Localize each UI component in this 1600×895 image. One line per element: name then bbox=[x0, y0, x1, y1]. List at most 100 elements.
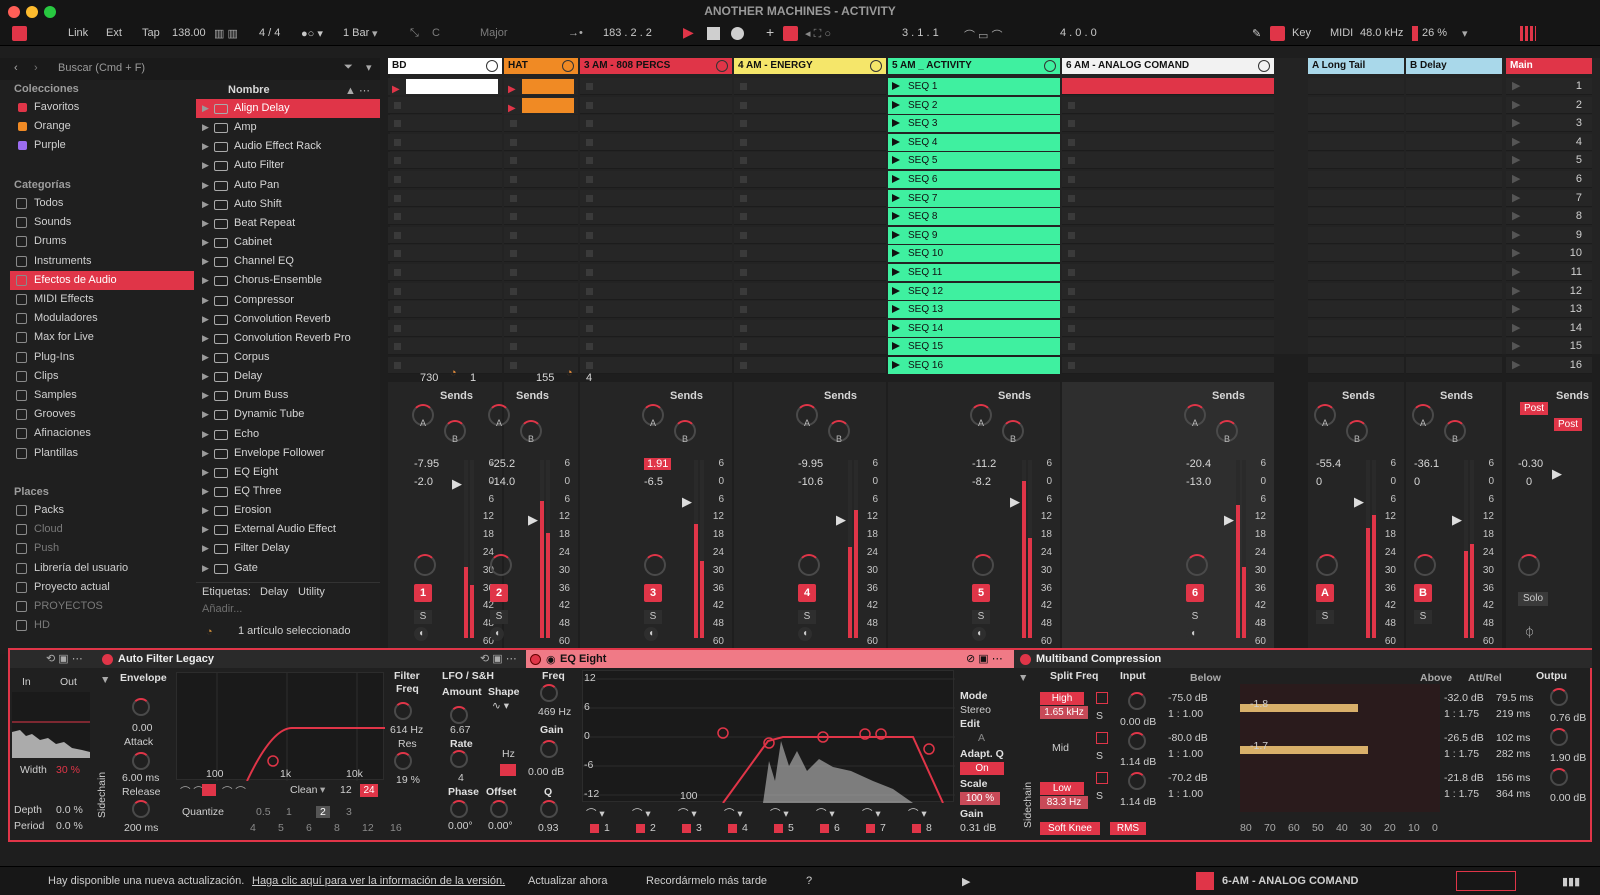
scene-launch-icon[interactable]: ▶ bbox=[1512, 338, 1520, 355]
clip-slot[interactable] bbox=[1406, 282, 1502, 300]
places-item[interactable]: Cloud bbox=[10, 520, 194, 539]
clip-slot[interactable] bbox=[1308, 245, 1404, 263]
stop-button-icon[interactable] bbox=[1068, 269, 1075, 276]
quantize-option[interactable]: 12 bbox=[362, 822, 374, 834]
overview-thumbnail[interactable] bbox=[1456, 871, 1516, 891]
band-solo-icon[interactable] bbox=[1096, 732, 1108, 744]
back-to-arrangement-icon[interactable]: ◂ ⛶ ○ bbox=[805, 27, 831, 41]
high-band-toggle[interactable]: High bbox=[1040, 692, 1084, 705]
play-clip-icon[interactable] bbox=[892, 305, 900, 314]
stop-button-icon[interactable] bbox=[740, 250, 747, 258]
pan-value[interactable]: -14.0 bbox=[490, 476, 515, 488]
eq-freq-knob[interactable] bbox=[540, 684, 558, 702]
stop-button-icon[interactable] bbox=[1068, 176, 1075, 183]
multiband-display[interactable] bbox=[1240, 684, 1440, 812]
volume-value[interactable]: -11.2 bbox=[972, 458, 996, 470]
quantize-option[interactable]: 2 bbox=[316, 806, 330, 818]
stop-button-icon[interactable] bbox=[510, 343, 517, 351]
input-gain-knob[interactable] bbox=[1128, 732, 1146, 750]
pan-value[interactable]: -2.0 bbox=[414, 476, 433, 488]
browser-item[interactable]: ▶ EQ Three bbox=[196, 482, 380, 501]
clip-slot[interactable] bbox=[1308, 282, 1404, 300]
clip-slot[interactable]: ▶ bbox=[504, 96, 578, 114]
clip-slot[interactable] bbox=[504, 282, 578, 300]
play-clip-icon[interactable] bbox=[892, 212, 900, 221]
category-item[interactable]: Afinaciones bbox=[10, 424, 194, 443]
browser-item[interactable]: ▶ Beat Repeat bbox=[196, 214, 380, 233]
stop-button-icon[interactable] bbox=[586, 306, 593, 314]
device-controls-icon[interactable]: ⟲ ▣ ⋯ bbox=[46, 652, 83, 665]
scene-3[interactable]: 3 ▶ bbox=[1508, 115, 1586, 132]
scene-launch-icon[interactable]: ▶ bbox=[1512, 152, 1520, 169]
chevron-down-icon[interactable]: ▼ bbox=[1018, 672, 1028, 684]
follow-icon[interactable]: ⤡ bbox=[410, 27, 419, 40]
stop-button-icon[interactable] bbox=[510, 324, 517, 332]
stop-button-icon[interactable] bbox=[510, 120, 517, 128]
arm-record-icon[interactable]: ◖ bbox=[1186, 627, 1200, 641]
stop-button-icon[interactable] bbox=[1068, 101, 1075, 109]
category-item[interactable]: Plantillas bbox=[10, 444, 194, 463]
scene-1[interactable]: 1 ▶ bbox=[1508, 78, 1586, 95]
clip-seq[interactable]: SEQ 7 bbox=[888, 189, 1060, 207]
clip-slot[interactable] bbox=[1406, 133, 1502, 151]
stop-button-icon[interactable] bbox=[586, 269, 593, 276]
clip-slot[interactable] bbox=[580, 245, 732, 263]
stop-button-icon[interactable] bbox=[740, 138, 747, 146]
solo-button[interactable]: S bbox=[1186, 610, 1204, 624]
clip-slot[interactable] bbox=[1062, 226, 1274, 244]
pan-value[interactable]: -10.6 bbox=[798, 476, 823, 488]
eq-output-gain-value[interactable]: 0.31 dB bbox=[960, 822, 996, 834]
quantize-option[interactable]: 6 bbox=[306, 822, 312, 834]
track-menu-icon[interactable] bbox=[1044, 60, 1056, 72]
volume-fader-icon[interactable]: ▶ bbox=[1010, 494, 1020, 510]
stop-button-icon[interactable] bbox=[1068, 194, 1075, 202]
stop-button-icon[interactable] bbox=[1068, 306, 1075, 314]
record-button[interactable] bbox=[731, 27, 744, 40]
browser-item[interactable]: ▶ EQ Eight bbox=[196, 463, 380, 482]
tempo-field[interactable]: 138.00 bbox=[172, 27, 206, 39]
scene-4[interactable]: 4 ▶ bbox=[1508, 134, 1586, 151]
clip-slot[interactable] bbox=[580, 301, 732, 319]
low-split-freq[interactable]: 83.3 Hz bbox=[1040, 796, 1088, 809]
clip-slot[interactable] bbox=[1406, 152, 1502, 170]
scene-launch-icon[interactable]: ▶ bbox=[1512, 245, 1520, 262]
collection-orange[interactable]: Orange bbox=[10, 117, 194, 136]
stop-button-icon[interactable] bbox=[740, 83, 747, 90]
expand-arrow-icon[interactable]: ▶ bbox=[202, 99, 209, 118]
clip-slot[interactable] bbox=[388, 171, 502, 188]
expand-arrow-icon[interactable]: ▶ bbox=[202, 425, 209, 444]
scene-launch-icon[interactable]: ▶ bbox=[1512, 115, 1520, 132]
clip-slot[interactable] bbox=[388, 357, 502, 374]
clip-slot[interactable] bbox=[734, 264, 886, 281]
attack-time[interactable]: 102 ms bbox=[1496, 732, 1530, 744]
scene-7[interactable]: 7 ▶ bbox=[1508, 190, 1586, 207]
browser-item[interactable]: ▶ External Audio Effect bbox=[196, 520, 380, 539]
clip-slot[interactable] bbox=[388, 264, 502, 281]
clip-slot[interactable] bbox=[1406, 245, 1502, 263]
clip-slot[interactable] bbox=[388, 115, 502, 133]
clip-seq[interactable]: SEQ 15 bbox=[888, 338, 1060, 356]
clip-slot[interactable] bbox=[1062, 152, 1274, 170]
stop-button-icon[interactable] bbox=[510, 269, 517, 276]
clip-slot[interactable]: ▶ bbox=[388, 78, 502, 95]
stop-button-icon[interactable] bbox=[510, 250, 517, 258]
main-volume-value[interactable]: -0.30 bbox=[1518, 458, 1543, 470]
clip-slot[interactable] bbox=[1062, 357, 1274, 374]
expand-arrow-icon[interactable]: ▶ bbox=[202, 310, 209, 329]
pan-value[interactable]: 0 bbox=[1414, 476, 1420, 488]
above-threshold[interactable]: -32.0 dB bbox=[1444, 692, 1484, 704]
play-clip-icon[interactable] bbox=[892, 119, 900, 128]
stop-button-icon[interactable] bbox=[586, 250, 593, 258]
clip-slot[interactable] bbox=[1308, 133, 1404, 151]
stop-button-icon[interactable] bbox=[740, 362, 747, 369]
arm-record-icon[interactable]: ◖ bbox=[972, 627, 986, 641]
scene-11[interactable]: 11 ▶ bbox=[1508, 264, 1586, 281]
clip-slot[interactable] bbox=[1308, 189, 1404, 207]
attack-time[interactable]: 156 ms bbox=[1496, 772, 1530, 784]
pan-value[interactable]: -8.2 bbox=[972, 476, 991, 488]
clip-slot[interactable] bbox=[388, 245, 502, 263]
clip-slot[interactable] bbox=[504, 319, 578, 337]
above-threshold[interactable]: -26.5 dB bbox=[1444, 732, 1484, 744]
scene-8[interactable]: 8 ▶ bbox=[1508, 208, 1586, 225]
category-item[interactable]: Efectos de Audio bbox=[10, 270, 194, 290]
